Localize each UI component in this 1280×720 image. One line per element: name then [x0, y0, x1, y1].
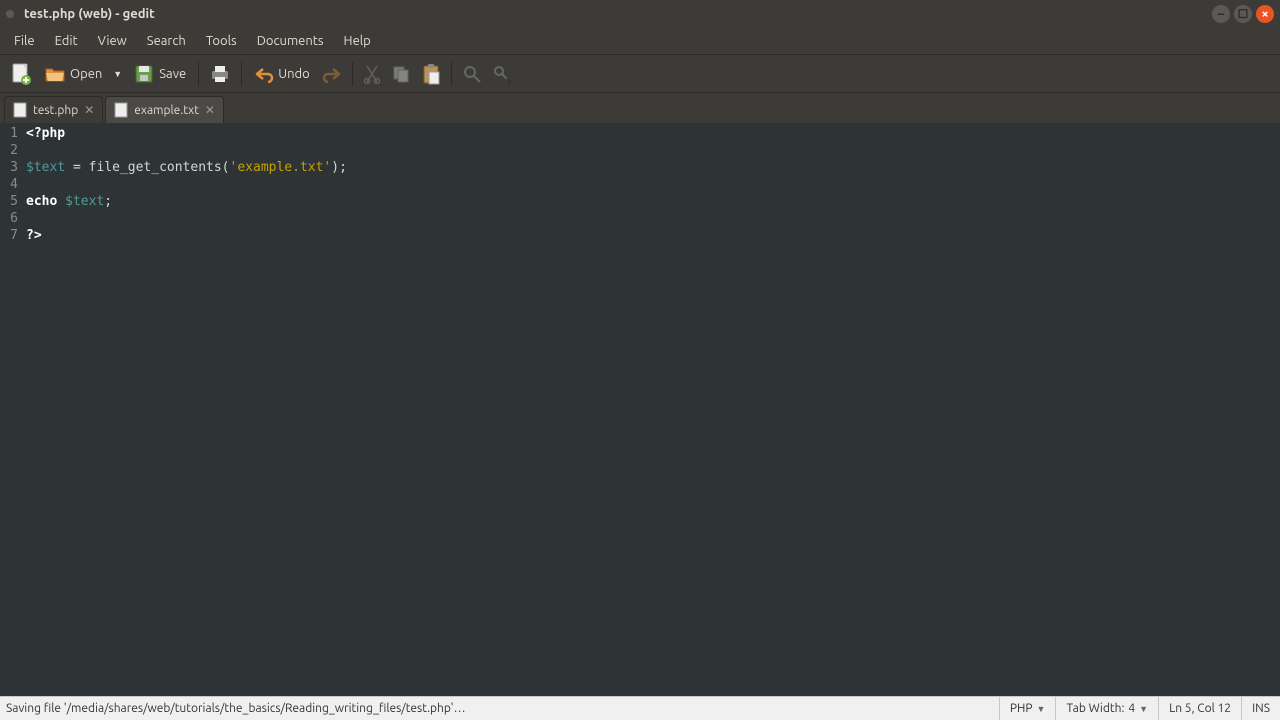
- tab-example-txt[interactable]: example.txt ✕: [105, 96, 224, 123]
- line-number: 2: [6, 142, 18, 159]
- open-folder-icon: [44, 64, 66, 84]
- line-gutter: 1 2 3 4 5 6 7: [0, 123, 22, 696]
- dropdown-icon: ▼: [1037, 704, 1046, 714]
- toolbar: Open ▼ Save Undo: [0, 55, 1280, 93]
- toolbar-separator: [241, 62, 242, 86]
- file-icon: [114, 102, 128, 118]
- find-button[interactable]: [458, 60, 486, 88]
- tab-test-php[interactable]: test.php ✕: [4, 96, 103, 123]
- tab-close-icon[interactable]: ✕: [205, 103, 215, 117]
- file-icon: [13, 102, 27, 118]
- undo-label: Undo: [278, 67, 310, 81]
- line-number: 6: [6, 210, 18, 227]
- dropdown-icon: ▼: [1139, 704, 1148, 714]
- language-selector[interactable]: PHP ▼: [999, 697, 1056, 720]
- paste-button[interactable]: [417, 59, 445, 89]
- code-area[interactable]: <?php $text = file_get_contents('example…: [22, 123, 1280, 696]
- find-replace-icon: [492, 64, 514, 84]
- language-label: PHP: [1010, 702, 1033, 715]
- minimize-button[interactable]: –: [1212, 5, 1230, 23]
- tabwidth-selector[interactable]: Tab Width: 4 ▼: [1055, 697, 1158, 720]
- window-title: test.php (web) - gedit: [24, 7, 1212, 21]
- menubar: File Edit View Search Tools Documents He…: [0, 27, 1280, 55]
- redo-button[interactable]: [318, 61, 346, 87]
- find-replace-button[interactable]: [488, 60, 518, 88]
- toolbar-separator: [451, 62, 452, 86]
- tabwidth-value: 4: [1128, 702, 1135, 715]
- print-button[interactable]: [205, 60, 235, 88]
- new-file-button[interactable]: [6, 58, 36, 90]
- tab-label: example.txt: [134, 104, 199, 117]
- copy-button[interactable]: [387, 60, 415, 88]
- print-icon: [209, 64, 231, 84]
- menu-search[interactable]: Search: [137, 30, 196, 52]
- statusbar: Saving file '/media/shares/web/tutorials…: [0, 696, 1280, 720]
- menu-help[interactable]: Help: [334, 30, 381, 52]
- app-indicator-icon: [6, 10, 14, 18]
- save-label: Save: [159, 67, 186, 81]
- undo-icon: [254, 65, 274, 83]
- maximize-button[interactable]: ◻: [1234, 5, 1252, 23]
- search-icon: [462, 64, 482, 84]
- save-button[interactable]: Save: [127, 59, 192, 89]
- toolbar-separator: [352, 62, 353, 86]
- titlebar: test.php (web) - gedit – ◻ ×: [0, 0, 1280, 27]
- menu-edit[interactable]: Edit: [45, 30, 88, 52]
- tabbar: test.php ✕ example.txt ✕: [0, 93, 1280, 123]
- save-icon: [133, 63, 155, 85]
- open-dropdown[interactable]: ▼: [110, 69, 125, 79]
- tab-close-icon[interactable]: ✕: [84, 103, 94, 117]
- line-number: 3: [6, 159, 18, 176]
- status-message: Saving file '/media/shares/web/tutorials…: [0, 702, 999, 715]
- redo-icon: [322, 65, 342, 83]
- copy-icon: [391, 64, 411, 84]
- paste-icon: [421, 63, 441, 85]
- tabwidth-label: Tab Width:: [1066, 702, 1124, 715]
- tab-label: test.php: [33, 104, 78, 117]
- line-number: 5: [6, 193, 18, 210]
- new-file-icon: [10, 62, 32, 86]
- window-controls: – ◻ ×: [1212, 5, 1274, 23]
- insert-mode[interactable]: INS: [1241, 697, 1280, 720]
- cursor-position: Ln 5, Col 12: [1158, 697, 1241, 720]
- open-button[interactable]: Open: [38, 60, 108, 88]
- open-label: Open: [70, 67, 102, 81]
- undo-button[interactable]: Undo: [248, 61, 316, 87]
- line-number: 4: [6, 176, 18, 193]
- editor[interactable]: 1 2 3 4 5 6 7 <?php $text = file_get_con…: [0, 123, 1280, 696]
- menu-documents[interactable]: Documents: [247, 30, 334, 52]
- close-button[interactable]: ×: [1256, 5, 1274, 23]
- menu-tools[interactable]: Tools: [196, 30, 247, 52]
- menu-file[interactable]: File: [4, 30, 45, 52]
- toolbar-separator: [198, 62, 199, 86]
- line-number: 7: [6, 227, 18, 244]
- cut-icon: [363, 64, 381, 84]
- cut-button[interactable]: [359, 60, 385, 88]
- menu-view[interactable]: View: [88, 30, 137, 52]
- line-number: 1: [6, 125, 18, 142]
